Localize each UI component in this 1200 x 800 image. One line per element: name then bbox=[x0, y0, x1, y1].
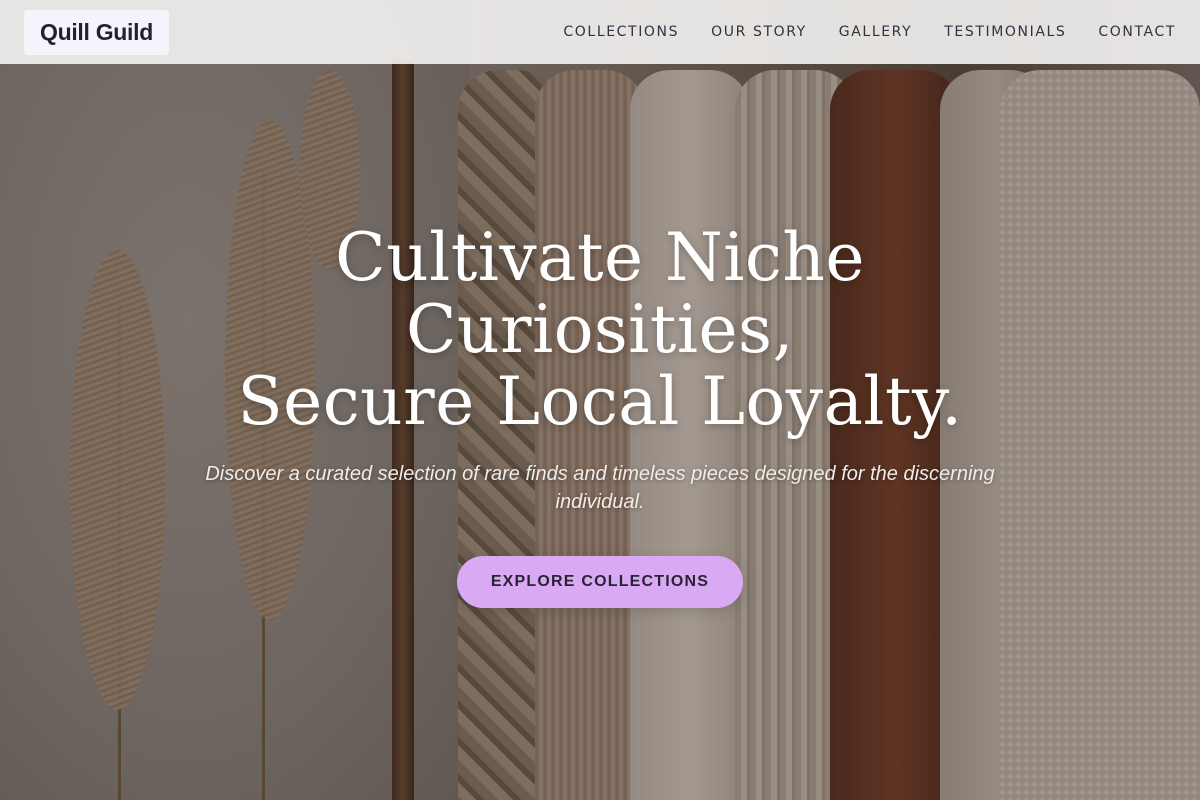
nav-link-our-story[interactable]: OUR STORY bbox=[711, 24, 807, 40]
nav-link-collections[interactable]: COLLECTIONS bbox=[563, 24, 679, 40]
nav-link-gallery[interactable]: GALLERY bbox=[839, 24, 912, 40]
nav-link-testimonials[interactable]: TESTIMONIALS bbox=[944, 24, 1066, 40]
main-nav: COLLECTIONS OUR STORY GALLERY TESTIMONIA… bbox=[563, 24, 1176, 40]
top-navigation-bar: Quill Guild COLLECTIONS OUR STORY GALLER… bbox=[0, 0, 1200, 64]
hero-headline-line: Curiosities, bbox=[406, 291, 794, 368]
hero-content: Cultivate Niche Curiosities, Secure Loca… bbox=[0, 222, 1200, 608]
hero-tagline: Discover a curated selection of rare fin… bbox=[205, 463, 995, 513]
nav-link-contact[interactable]: CONTACT bbox=[1098, 24, 1176, 40]
brand-logo[interactable]: Quill Guild bbox=[24, 9, 169, 55]
hero-headline-line: Secure Local Loyalty. bbox=[237, 363, 963, 440]
explore-collections-button[interactable]: EXPLORE COLLECTIONS bbox=[457, 556, 743, 608]
hero-headline: Cultivate Niche Curiosities, Secure Loca… bbox=[0, 222, 1200, 438]
hero-headline-line: Cultivate Niche bbox=[335, 219, 865, 296]
